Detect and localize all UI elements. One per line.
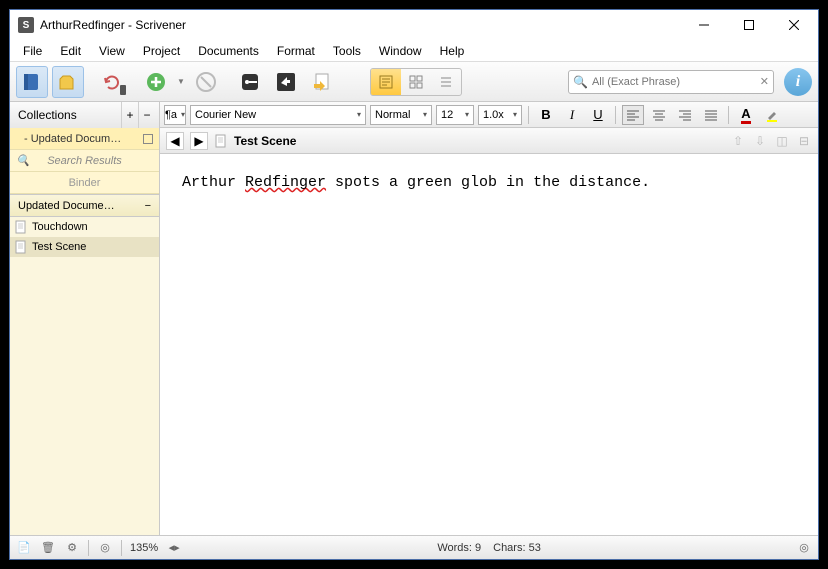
align-right-button[interactable] <box>674 105 696 125</box>
menu-window[interactable]: Window <box>370 42 431 60</box>
view-mode-group <box>370 68 462 96</box>
paragraph-style-button[interactable]: ¶a▾ <box>164 105 186 125</box>
menu-format[interactable]: Format <box>268 42 324 60</box>
document-icon <box>214 134 228 148</box>
inspector-toggle-button[interactable]: i <box>784 68 812 96</box>
menu-view[interactable]: View <box>90 42 134 60</box>
underline-button[interactable]: U <box>587 105 609 125</box>
menu-edit[interactable]: Edit <box>51 42 90 60</box>
align-left-button[interactable] <box>622 105 644 125</box>
close-button[interactable] <box>771 11 816 40</box>
collapse-icon[interactable]: − <box>145 200 151 212</box>
split-horizontal-icon[interactable]: ◫ <box>774 133 790 149</box>
maximize-button[interactable] <box>726 11 771 40</box>
nav-forward-button[interactable]: ▶ <box>190 132 208 150</box>
collections-toggle-button[interactable] <box>52 66 84 98</box>
search-box[interactable]: 🔍 ✕ <box>568 70 774 94</box>
align-center-button[interactable] <box>648 105 670 125</box>
nav-up-icon[interactable]: ⇧ <box>730 133 746 149</box>
document-icon <box>14 220 28 234</box>
nav-back-button[interactable]: ◀ <box>166 132 184 150</box>
collection-updated-documents[interactable]: - Updated Docum… <box>10 128 159 150</box>
collections-add-button[interactable]: + <box>121 102 138 128</box>
status-target-icon[interactable]: ◎ <box>796 540 812 556</box>
binder-toggle-button[interactable] <box>16 66 48 98</box>
align-justify-button[interactable] <box>700 105 722 125</box>
document-header-bar: ◀ ▶ Test Scene ⇧ ⇩ ◫ ⊟ <box>160 128 818 154</box>
add-dropdown-icon[interactable]: ▼ <box>176 77 186 86</box>
collection-subheader[interactable]: Updated Docume…− <box>10 195 159 217</box>
menu-documents[interactable]: Documents <box>189 42 268 60</box>
collection-search-results[interactable]: 🔍Search Results <box>10 150 159 172</box>
sync-button[interactable] <box>96 66 128 98</box>
menubar: File Edit View Project Documents Format … <box>10 40 818 62</box>
binder-item-touchdown[interactable]: Touchdown <box>10 217 159 237</box>
view-outline-button[interactable] <box>431 69 461 95</box>
word-count: Words: 9 <box>437 542 481 554</box>
collection-binder[interactable]: Binder <box>10 172 159 194</box>
add-button[interactable] <box>140 66 172 98</box>
document-title[interactable]: Test Scene <box>234 134 296 148</box>
window-title: ArthurRedfinger - Scrivener <box>40 18 681 32</box>
menu-help[interactable]: Help <box>431 42 474 60</box>
font-size-select[interactable]: 12▾ <box>436 105 474 125</box>
char-count: Chars: 53 <box>493 542 541 554</box>
main-body: - Updated Docum… 🔍Search Results Binder … <box>10 128 818 535</box>
line-spacing-select[interactable]: 1.0x▾ <box>478 105 522 125</box>
trash-button[interactable] <box>190 66 222 98</box>
titlebar[interactable]: S ArthurRedfinger - Scrivener <box>10 10 818 40</box>
italic-button[interactable]: I <box>561 105 583 125</box>
minimize-button[interactable] <box>681 11 726 40</box>
zoom-level[interactable]: 135% <box>130 542 158 554</box>
menu-tools[interactable]: Tools <box>324 42 370 60</box>
left-panel: - Updated Docum… 🔍Search Results Binder … <box>10 128 160 535</box>
font-preset-select[interactable]: Normal▾ <box>370 105 432 125</box>
clear-search-icon[interactable]: ✕ <box>760 75 769 88</box>
fullscreen-button[interactable] <box>270 66 302 98</box>
highlight-color-button[interactable] <box>761 105 783 125</box>
menu-project[interactable]: Project <box>134 42 189 60</box>
text-editor[interactable]: Arthur Redfinger spots a green glob in t… <box>160 154 818 535</box>
editor-column: ◀ ▶ Test Scene ⇧ ⇩ ◫ ⊟ Arthur Redfinger … <box>160 128 818 535</box>
split-vertical-icon[interactable]: ⊟ <box>796 133 812 149</box>
collection-close-icon[interactable] <box>143 134 153 144</box>
nav-down-icon[interactable]: ⇩ <box>752 133 768 149</box>
format-bar: Collections + − ¶a▾ Courier New▾ Normal▾… <box>10 102 818 128</box>
app-icon: S <box>18 17 34 33</box>
binder-list[interactable]: Touchdown Test Scene <box>10 217 159 535</box>
search-icon: 🔍 <box>573 75 588 89</box>
view-corkboard-button[interactable] <box>401 69 431 95</box>
main-toolbar: ▼ 🔍 ✕ i <box>10 62 818 102</box>
search-input[interactable] <box>592 76 756 88</box>
trash-icon[interactable]: 🗑 <box>40 540 56 556</box>
statusbar: 📄 🗑 ⚙ ◎ 135% ◂▸ Words: 9 Chars: 53 ◎ <box>10 535 818 559</box>
bold-button[interactable]: B <box>535 105 557 125</box>
document-icon <box>14 240 28 254</box>
spellcheck-word[interactable]: Redfinger <box>245 174 326 191</box>
font-family-select[interactable]: Courier New▾ <box>190 105 366 125</box>
gear-icon[interactable]: ⚙ <box>64 540 80 556</box>
target-icon[interactable]: ◎ <box>97 540 113 556</box>
collections-label: Collections <box>14 102 121 128</box>
binder-item-test-scene[interactable]: Test Scene <box>10 237 159 257</box>
app-window: S ArthurRedfinger - Scrivener File Edit … <box>9 9 819 560</box>
keywords-button[interactable] <box>234 66 266 98</box>
new-note-icon[interactable]: 📄 <box>16 540 32 556</box>
compile-button[interactable] <box>306 66 338 98</box>
view-document-button[interactable] <box>371 69 401 95</box>
zoom-stepper-icon[interactable]: ◂▸ <box>166 540 182 556</box>
menu-file[interactable]: File <box>14 42 51 60</box>
text-color-button[interactable]: A <box>735 105 757 125</box>
collections-remove-button[interactable]: − <box>138 102 155 128</box>
collections-list: - Updated Docum… 🔍Search Results Binder <box>10 128 159 195</box>
